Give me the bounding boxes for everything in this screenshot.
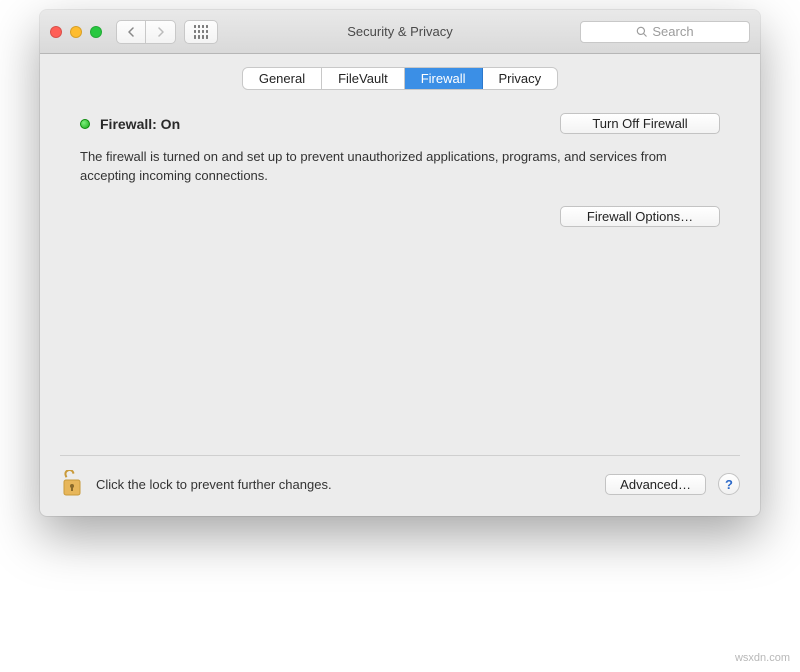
advanced-button[interactable]: Advanced… [605,474,706,495]
tab-filevault[interactable]: FileVault [322,68,405,89]
tab-firewall[interactable]: Firewall [405,68,483,89]
zoom-icon[interactable] [90,26,102,38]
firewall-status-row: Firewall: On Turn Off Firewall [80,113,720,134]
firewall-status-label: Firewall: On [100,116,180,132]
tab-general[interactable]: General [243,68,322,89]
prefs-window: Security & Privacy Search General FileVa… [40,10,760,516]
toggle-firewall-button[interactable]: Turn Off Firewall [560,113,720,134]
search-input[interactable]: Search [580,21,750,43]
grid-icon [194,25,208,39]
firewall-options-button[interactable]: Firewall Options… [560,206,720,227]
back-button[interactable] [116,20,146,44]
status-on-icon [80,119,90,129]
footer: Click the lock to prevent further change… [40,456,760,516]
search-placeholder: Search [652,24,693,39]
close-icon[interactable] [50,26,62,38]
watermark: wsxdn.com [735,652,790,664]
nav-buttons [116,20,176,44]
help-button[interactable]: ? [718,473,740,495]
tab-privacy[interactable]: Privacy [483,68,558,89]
show-all-button[interactable] [184,20,218,44]
lock-open-icon[interactable] [60,470,84,498]
search-icon [636,26,648,38]
window-controls [50,26,102,38]
content-area: Firewall: On Turn Off Firewall The firew… [40,95,760,455]
forward-button[interactable] [146,20,176,44]
lock-hint-text: Click the lock to prevent further change… [96,477,332,492]
firewall-description: The firewall is turned on and set up to … [80,148,720,186]
minimize-icon[interactable] [70,26,82,38]
tab-bar: General FileVault Firewall Privacy [40,54,760,95]
titlebar: Security & Privacy Search [40,10,760,54]
